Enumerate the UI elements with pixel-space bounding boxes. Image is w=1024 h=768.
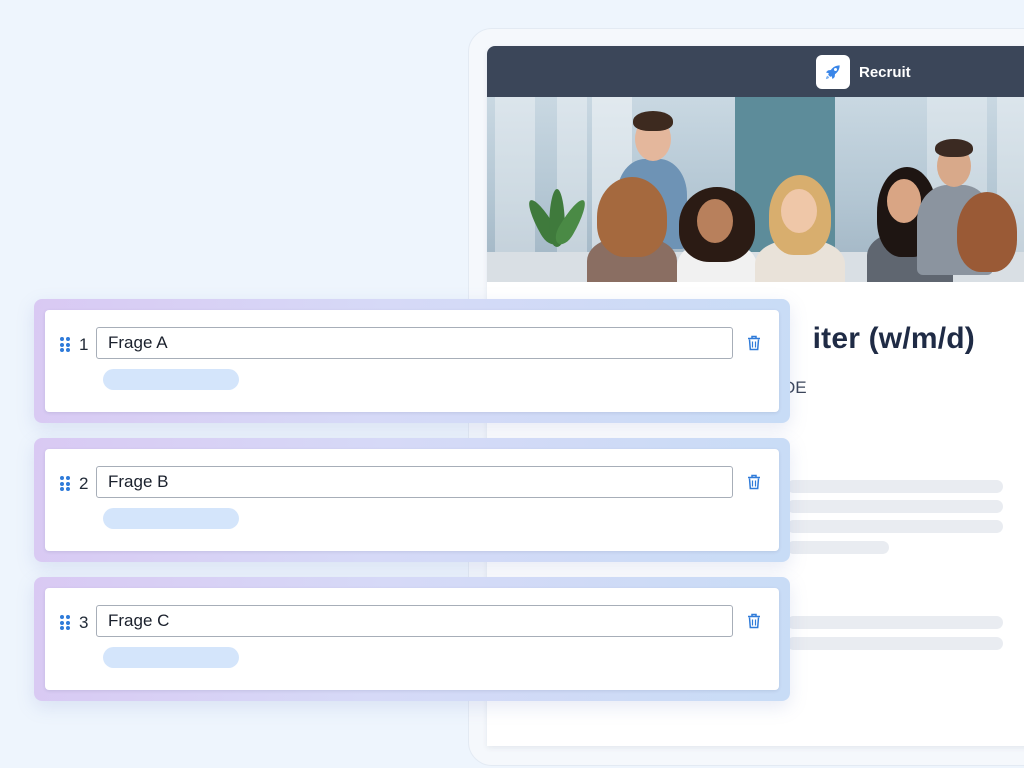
question-card: 2: [34, 438, 790, 562]
drag-handle-icon[interactable]: [60, 337, 70, 352]
drag-handle-icon[interactable]: [60, 615, 70, 630]
question-card: 3: [34, 577, 790, 701]
team-photo: [487, 97, 1024, 282]
question-input[interactable]: [96, 605, 733, 637]
trash-icon[interactable]: [745, 611, 763, 631]
question-tag-placeholder: [103, 369, 239, 390]
question-input[interactable]: [96, 327, 733, 359]
question-tag-placeholder: [103, 508, 239, 529]
text-skeleton-line: [787, 541, 889, 554]
job-page-header: Recruit: [487, 46, 1024, 97]
question-row: 1: [45, 310, 779, 412]
text-skeleton-line: [787, 500, 1003, 513]
question-row: 2: [45, 449, 779, 551]
question-tag-placeholder: [103, 647, 239, 668]
question-number: 3: [79, 613, 89, 632]
brand-name: Recruit: [859, 63, 911, 81]
text-skeleton-line: [787, 480, 1003, 493]
question-number: 1: [79, 335, 89, 354]
rocket-icon: [816, 55, 850, 89]
text-skeleton-line: [787, 616, 1003, 629]
question-number: 2: [79, 474, 89, 493]
text-skeleton-line: [787, 520, 1003, 533]
trash-icon[interactable]: [745, 472, 763, 492]
drag-handle-icon[interactable]: [60, 476, 70, 491]
question-card: 1: [34, 299, 790, 423]
question-input[interactable]: [96, 466, 733, 498]
trash-icon[interactable]: [745, 333, 763, 353]
text-skeleton-line: [787, 637, 1003, 650]
brand[interactable]: Recruit: [816, 55, 911, 89]
question-row: 3: [45, 588, 779, 690]
